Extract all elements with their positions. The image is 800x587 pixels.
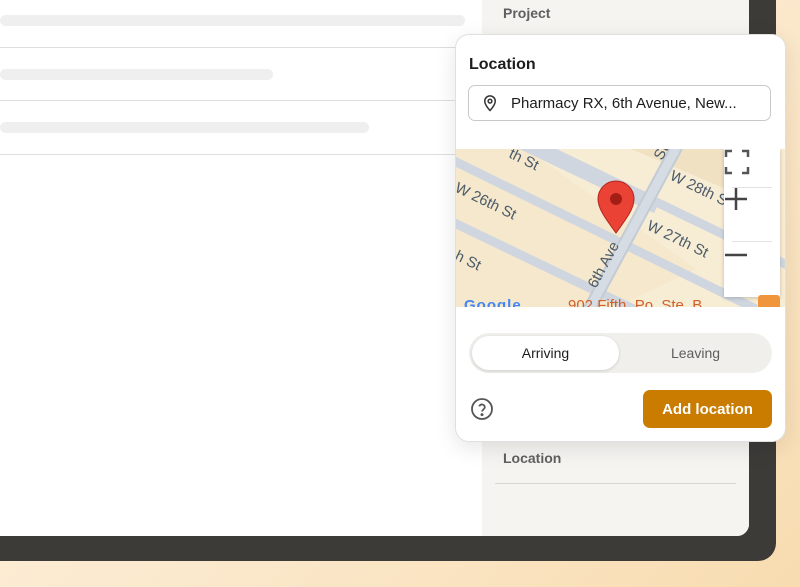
skeleton-bar: [0, 69, 273, 80]
plus-icon[interactable]: [724, 187, 780, 241]
question-circle-icon[interactable]: [470, 397, 494, 421]
map-attribution: Google: [464, 297, 522, 307]
map-address-label: 902 Fifth, Po. Ste. B: [568, 297, 703, 307]
map-control-divider: [732, 241, 772, 242]
row-divider: [0, 47, 482, 48]
side-project-label: Project: [503, 5, 551, 21]
location-popover: Location Pharmacy RX, 6th Avenue, New...…: [455, 34, 786, 442]
street-view-icon[interactable]: [758, 295, 780, 307]
map-controls: [724, 149, 780, 297]
add-location-button[interactable]: Add location: [643, 390, 772, 428]
arrival-toggle: Arriving Leaving: [469, 333, 772, 373]
location-input[interactable]: Pharmacy RX, 6th Avenue, New...: [468, 85, 771, 121]
skeleton-bar: [0, 122, 369, 133]
skeleton-bar: [0, 15, 465, 26]
row-divider: [0, 100, 482, 101]
popover-title: Location: [469, 56, 536, 73]
map-pin-icon: [481, 94, 499, 112]
row-divider: [0, 154, 482, 155]
map-view[interactable]: W 28th St W 27th St W 26th St 6th Ave th…: [456, 149, 785, 307]
minus-icon[interactable]: [724, 243, 780, 297]
side-divider: [495, 483, 736, 484]
arriving-option[interactable]: Arriving: [472, 336, 619, 370]
leaving-option[interactable]: Leaving: [622, 336, 769, 370]
side-location-label[interactable]: Location: [503, 450, 561, 466]
location-input-value: Pharmacy RX, 6th Avenue, New...: [511, 94, 737, 112]
